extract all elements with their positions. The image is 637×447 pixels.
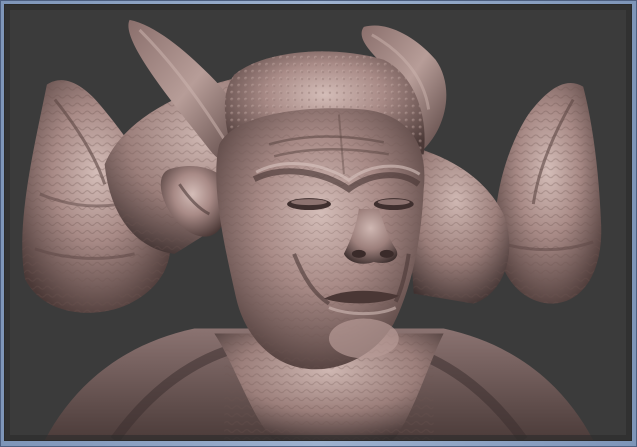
render-viewport[interactable]: [4, 4, 632, 441]
creature-render: [5, 5, 631, 440]
window-frame: [0, 0, 637, 447]
